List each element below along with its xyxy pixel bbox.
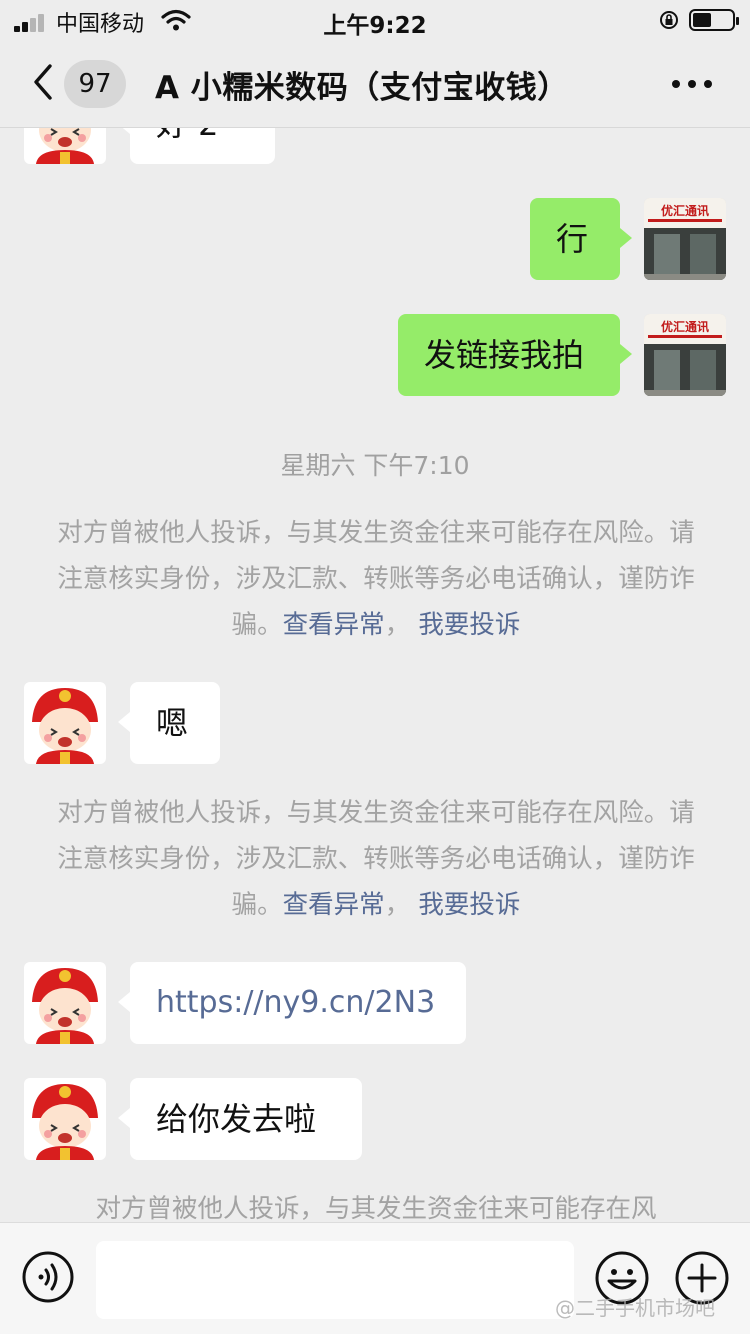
svg-text:优汇通讯: 优汇通讯: [661, 203, 709, 218]
report-complaint-link[interactable]: 我要投诉: [418, 890, 520, 920]
report-complaint-link[interactable]: 我要投诉: [418, 610, 520, 640]
status-time: 上午9:22: [323, 13, 427, 39]
message-bubble-outgoing[interactable]: 发链接我拍: [398, 314, 632, 396]
back-arrow-icon[interactable]: [28, 62, 58, 102]
battery-icon: [689, 9, 739, 31]
message-list[interactable]: 好 2 行 优汇通讯 发链接我拍 优: [0, 128, 750, 1222]
chat-screen: 中国移动 上午9:22 97 A 小糯米数码（支付宝收钱） 行 优汇通讯 发链接…: [0, 0, 750, 1334]
unread-count-badge[interactable]: 97: [64, 60, 126, 108]
contact-avatar[interactable]: [24, 682, 106, 764]
message-timestamp: 星期六 下午7:10: [280, 451, 470, 480]
message-bubble-incoming[interactable]: https://ny9.cn/2N3: [118, 962, 466, 1044]
message-bubble-incoming[interactable]: 给你发去啦: [118, 1078, 362, 1160]
my-avatar[interactable]: 优汇通讯: [644, 314, 726, 396]
chat-header: 97 A 小糯米数码（支付宝收钱）: [0, 40, 750, 128]
status-bar: 中国移动 上午9:22: [0, 0, 750, 40]
voice-input-icon[interactable]: [22, 1251, 74, 1303]
risk-warning-notice: 对方曾被他人投诉，与其发生资金往来可能存在风险。请注意核实身份，涉及汇款、转账等…: [57, 798, 695, 920]
cartoon-boy-avatar-icon: [24, 962, 106, 1044]
rotation-lock-icon: [660, 11, 678, 29]
contact-avatar[interactable]: [24, 962, 106, 1044]
storefront-avatar-icon: 优汇通讯: [644, 198, 726, 280]
more-options-button[interactable]: [672, 80, 716, 90]
svg-text:优汇通讯: 优汇通讯: [661, 319, 709, 334]
cartoon-boy-avatar-icon: [24, 128, 106, 164]
view-abnormal-link[interactable]: 查看异常: [283, 890, 385, 920]
cartoon-boy-avatar-icon: [24, 682, 106, 764]
storefront-avatar-icon: 优汇通讯: [644, 314, 726, 396]
message-bubble-outgoing[interactable]: 行: [530, 198, 632, 280]
chat-title: A 小糯米数码（支付宝收钱）: [155, 70, 569, 106]
risk-warning-notice-partial: 对方曾被他人投诉，与其发生资金往来可能存在风: [95, 1194, 657, 1222]
message-link[interactable]: https://ny9.cn/2N3: [156, 985, 435, 1020]
contact-avatar[interactable]: [24, 1078, 106, 1160]
message-bubble-incoming[interactable]: 嗯: [118, 682, 220, 764]
message-text-input[interactable]: [96, 1241, 574, 1319]
cartoon-boy-avatar-icon: [24, 1078, 106, 1160]
contact-avatar[interactable]: [24, 128, 106, 164]
watermark: @二手手机市场吧: [555, 1296, 715, 1320]
risk-warning-notice: 对方曾被他人投诉，与其发生资金往来可能存在风险。请注意核实身份，涉及汇款、转账等…: [57, 518, 695, 640]
message-bubble-partial[interactable]: 好 2: [118, 128, 275, 164]
view-abnormal-link[interactable]: 查看异常: [283, 610, 385, 640]
my-avatar[interactable]: 优汇通讯: [644, 198, 726, 280]
